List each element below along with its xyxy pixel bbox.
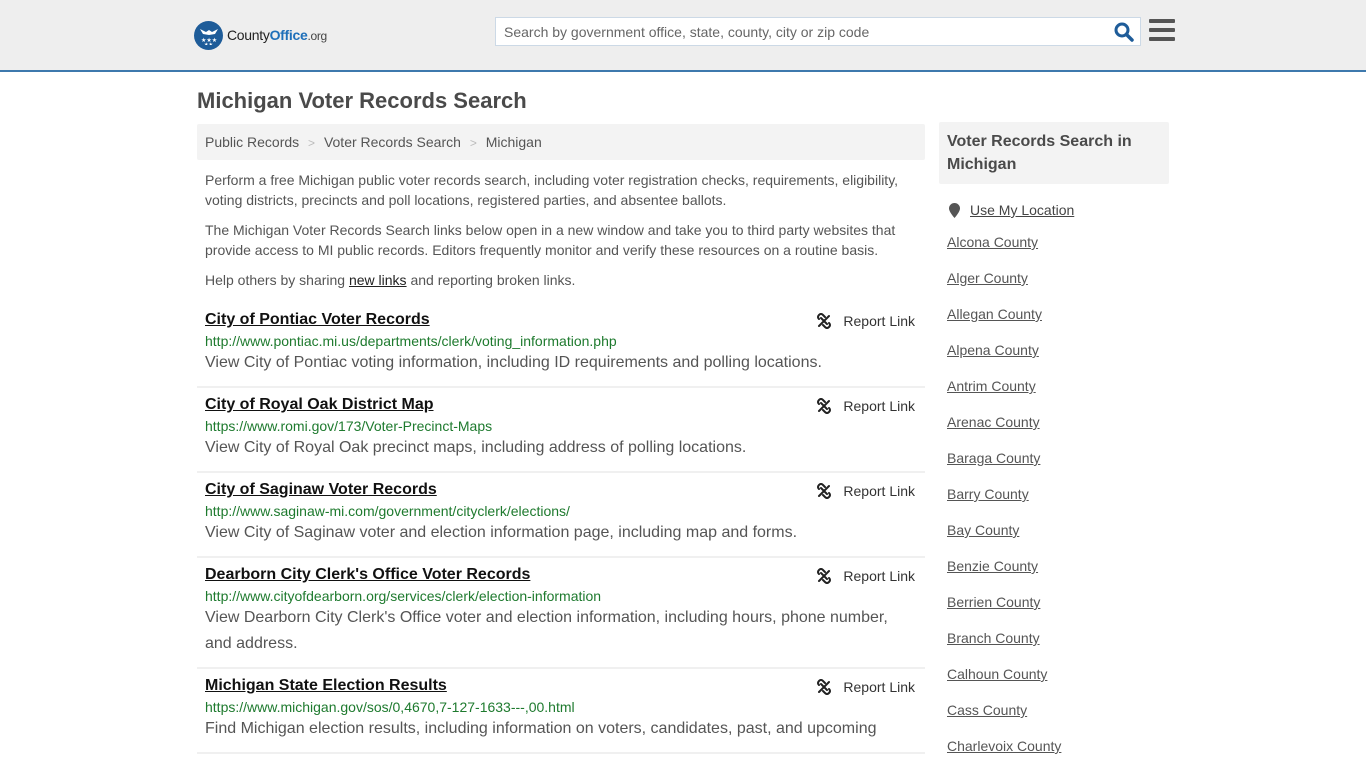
breadcrumb-separator: > <box>469 136 477 150</box>
use-my-location-link[interactable]: Use My Location <box>970 202 1074 218</box>
county-list-item: Alpena County <box>947 334 1169 370</box>
broken-link-icon <box>817 679 832 695</box>
county-link[interactable]: Arenac County <box>947 414 1040 430</box>
report-link-button[interactable]: Report Link <box>816 313 915 329</box>
result-description: View City of Saginaw voter and election … <box>205 524 798 541</box>
report-link-button[interactable]: Report Link <box>816 568 915 584</box>
county-list-item: Branch County <box>947 622 1169 658</box>
county-link[interactable]: Cass County <box>947 702 1027 718</box>
result-description: View City of Royal Oak precinct maps, in… <box>205 439 747 456</box>
use-location: Use My Location <box>939 202 1169 218</box>
result-description: View Dearborn City Clerk's Office voter … <box>205 609 888 652</box>
result-item: City of Royal Oak District Map Report Li… <box>197 388 925 473</box>
search-box <box>495 17 1141 46</box>
county-list: Alcona County Alger County Allegan County A… <box>939 226 1169 766</box>
county-link[interactable]: Allegan County <box>947 306 1042 322</box>
search-input[interactable] <box>496 18 1106 45</box>
new-links-link[interactable]: new links <box>349 272 407 288</box>
county-list-item: Berrien County <box>947 586 1169 622</box>
intro-text: Perform a free Michigan public voter rec… <box>205 170 917 300</box>
sidebar-heading: Voter Records Search in Michigan <box>939 122 1169 184</box>
result-description: Find Michigan election results, includin… <box>205 720 877 737</box>
breadcrumb: Public Records > Voter Records Search > … <box>197 124 925 160</box>
logo-text: CountyOffice.org <box>227 27 327 43</box>
county-list-item: Baraga County <box>947 442 1169 478</box>
result-item: Dearborn City Clerk's Office Voter Recor… <box>197 558 925 669</box>
results-list: City of Pontiac Voter Records Report Lin… <box>197 303 925 754</box>
breadcrumb-voter-records-search[interactable]: Voter Records Search <box>324 134 461 150</box>
page-title: Michigan Voter Records Search <box>197 88 527 113</box>
site-header: ★★★ ★★ CountyOffice.org <box>0 0 1366 72</box>
result-title-link[interactable]: Michigan State Election Results <box>205 677 447 695</box>
county-link[interactable]: Antrim County <box>947 378 1036 394</box>
county-link[interactable]: Barry County <box>947 486 1029 502</box>
result-item: City of Pontiac Voter Records Report Lin… <box>197 303 925 388</box>
logo-eagle-icon: ★★★ ★★ <box>194 20 223 50</box>
county-list-item: Alcona County <box>947 226 1169 262</box>
intro-paragraph: Perform a free Michigan public voter rec… <box>205 172 899 208</box>
county-link[interactable]: Calhoun County <box>947 666 1047 682</box>
report-link-button[interactable]: Report Link <box>816 398 915 414</box>
result-url: http://www.pontiac.mi.us/departments/cle… <box>205 333 617 349</box>
result-title-link[interactable]: City of Pontiac Voter Records <box>205 311 430 329</box>
county-list-item: Calhoun County <box>947 658 1169 694</box>
breadcrumb-michigan[interactable]: Michigan <box>486 134 542 150</box>
intro-paragraph: The Michigan Voter Records Search links … <box>205 222 896 258</box>
county-list-item: Bay County <box>947 514 1169 550</box>
result-item: City of Saginaw Voter Records Report Lin… <box>197 473 925 558</box>
broken-link-icon <box>817 483 832 499</box>
county-list-item: Alger County <box>947 262 1169 298</box>
county-list-item: Cass County <box>947 694 1169 730</box>
map-pin-icon <box>949 202 960 218</box>
result-url: http://www.saginaw-mi.com/government/cit… <box>205 503 570 519</box>
breadcrumb-public-records[interactable]: Public Records <box>205 134 299 150</box>
county-list-item: Benzie County <box>947 550 1169 586</box>
county-list-item: Charlevoix County <box>947 730 1169 766</box>
broken-link-icon <box>817 313 832 329</box>
county-link[interactable]: Branch County <box>947 630 1040 646</box>
breadcrumb-separator: > <box>308 136 316 150</box>
county-link[interactable]: Alcona County <box>947 234 1038 250</box>
sidebar: Voter Records Search in Michigan Use My … <box>939 122 1169 766</box>
county-link[interactable]: Berrien County <box>947 594 1040 610</box>
hamburger-menu-icon[interactable] <box>1149 19 1175 43</box>
search-icon[interactable] <box>1114 22 1134 42</box>
broken-link-icon <box>817 568 832 584</box>
result-title-link[interactable]: Dearborn City Clerk's Office Voter Recor… <box>205 566 530 584</box>
result-description: View City of Pontiac voting information,… <box>205 354 822 371</box>
county-link[interactable]: Bay County <box>947 522 1019 538</box>
report-link-button[interactable]: Report Link <box>816 679 915 695</box>
intro-paragraph: Help others by sharing new links and rep… <box>205 272 576 288</box>
county-link[interactable]: Alpena County <box>947 342 1039 358</box>
county-list-item: Allegan County <box>947 298 1169 334</box>
county-link[interactable]: Baraga County <box>947 450 1040 466</box>
result-url: https://www.romi.gov/173/Voter-Precinct-… <box>205 418 493 434</box>
result-item: Michigan State Election Results Report L… <box>197 669 925 754</box>
county-list-item: Antrim County <box>947 370 1169 406</box>
logo[interactable]: ★★★ ★★ CountyOffice.org <box>194 20 327 50</box>
result-url: https://www.michigan.gov/sos/0,4670,7-12… <box>205 699 575 715</box>
county-link[interactable]: Charlevoix County <box>947 738 1061 754</box>
report-link-button[interactable]: Report Link <box>816 483 915 499</box>
county-link[interactable]: Alger County <box>947 270 1028 286</box>
svg-text:★★: ★★ <box>204 42 213 45</box>
broken-link-icon <box>817 398 832 414</box>
county-list-item: Arenac County <box>947 406 1169 442</box>
result-title-link[interactable]: City of Saginaw Voter Records <box>205 481 437 499</box>
county-link[interactable]: Benzie County <box>947 558 1038 574</box>
result-url: http://www.cityofdearborn.org/services/c… <box>205 588 602 604</box>
county-list-item: Barry County <box>947 478 1169 514</box>
result-title-link[interactable]: City of Royal Oak District Map <box>205 396 434 414</box>
